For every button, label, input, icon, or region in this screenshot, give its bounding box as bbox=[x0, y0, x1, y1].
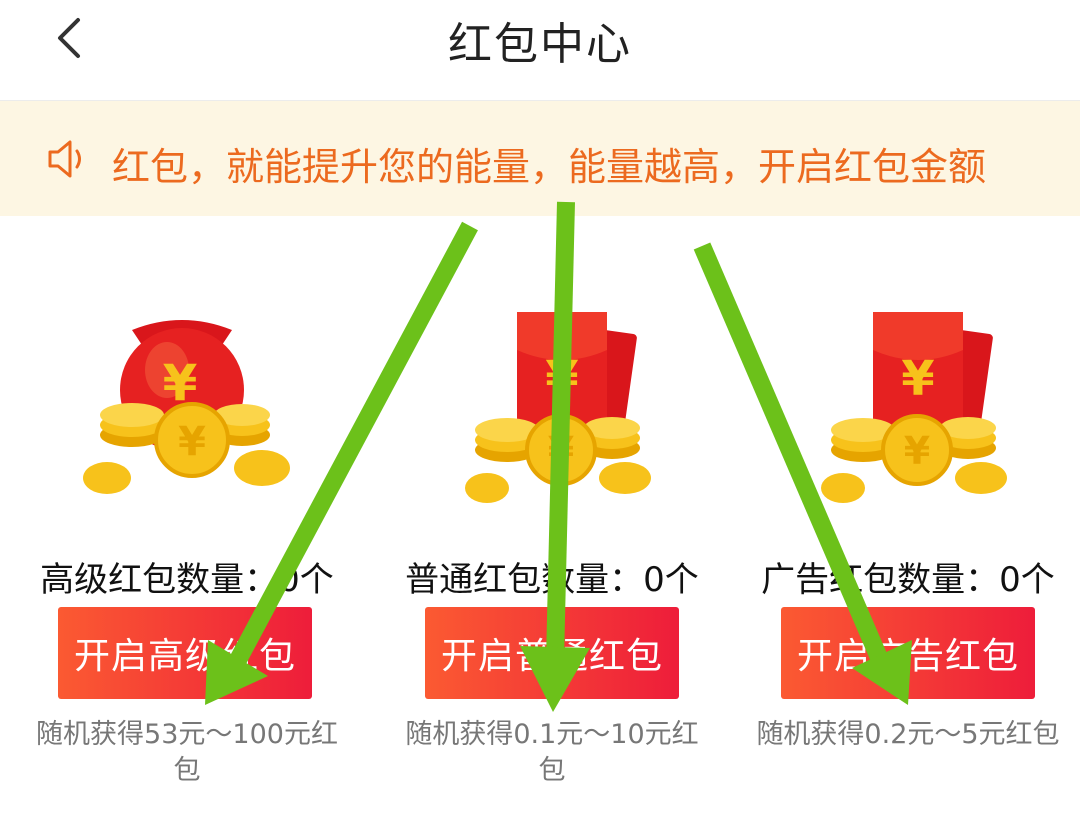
open-ad-red-packet-button[interactable]: 开启广告红包 bbox=[781, 607, 1035, 699]
svg-text:¥: ¥ bbox=[548, 429, 574, 473]
red-packet-center-page: 红包中心 红包，就能提升您的能量，能量越高，开启红包金额 ¥ ¥ 高级红包数量：… bbox=[0, 0, 1080, 815]
open-regular-red-packet-button[interactable]: 开启普通红包 bbox=[425, 607, 679, 699]
open-premium-red-packet-button[interactable]: 开启高级红包 bbox=[58, 607, 312, 699]
premium-red-packet-card: ¥ ¥ 高级红包数量：0个 开启高级红包 随机获得53元～100元红包 bbox=[22, 280, 352, 800]
header-bar: 红包中心 bbox=[0, 0, 1080, 101]
svg-text:¥: ¥ bbox=[545, 351, 578, 407]
regular-count-label: 普通红包数量：0个 bbox=[405, 560, 699, 600]
ad-reward-range: 随机获得0.2元～5元红包 bbox=[756, 719, 1060, 750]
svg-text:¥: ¥ bbox=[178, 419, 206, 465]
regular-red-packet-card: ¥ ¥ 普通红包数量：0个 开启普通红包 随机获得0.1元～10元红包 bbox=[387, 280, 717, 800]
ad-red-packet-card: ¥ ¥ 广告红包数量：0个 开启广告红包 随机获得0.2元～5元红包 bbox=[743, 280, 1073, 800]
red-envelope-illustration: ¥ ¥ bbox=[821, 312, 1007, 503]
svg-text:¥: ¥ bbox=[901, 351, 934, 407]
money-bag-illustration: ¥ ¥ bbox=[83, 320, 290, 494]
notice-text: 红包，就能提升您的能量，能量越高，开启红包金额 bbox=[112, 145, 987, 189]
ad-count-label: 广告红包数量：0个 bbox=[761, 560, 1055, 600]
premium-reward-range: 随机获得53元～100元红包 bbox=[36, 719, 338, 786]
page-title: 红包中心 bbox=[448, 19, 632, 70]
premium-count-label: 高级红包数量：0个 bbox=[40, 560, 334, 600]
regular-reward-range: 随机获得0.1元～10元红包 bbox=[405, 719, 699, 786]
red-envelope-illustration: ¥ ¥ bbox=[465, 312, 651, 503]
speaker-icon bbox=[48, 140, 81, 178]
svg-text:¥: ¥ bbox=[904, 429, 930, 473]
